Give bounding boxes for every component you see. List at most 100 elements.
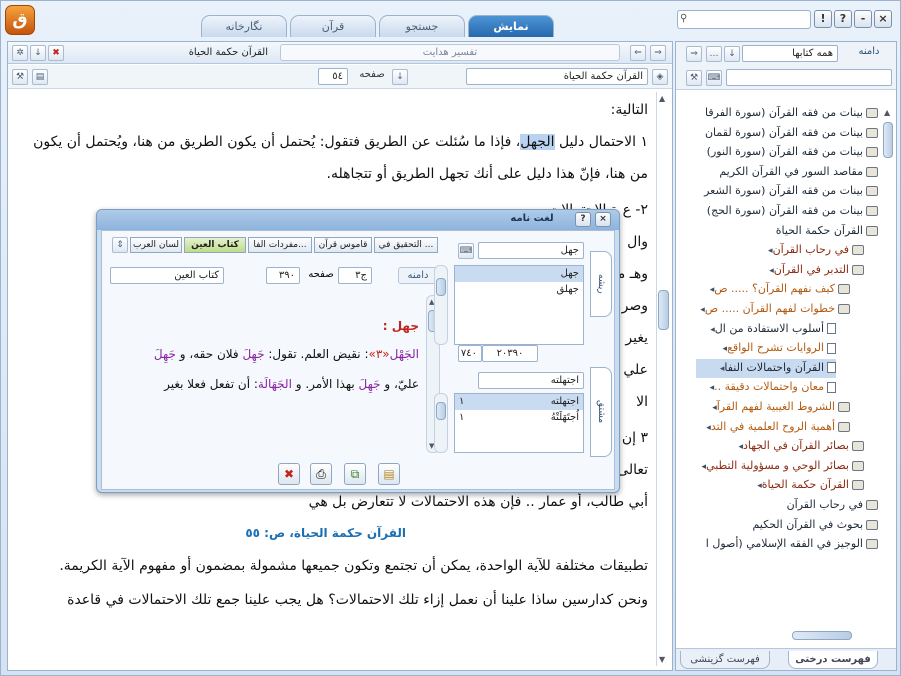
tree-item[interactable]: القرآن حكمة الحياة◂ bbox=[696, 476, 864, 495]
scroll-tabs-icon[interactable]: ⇕ bbox=[112, 237, 128, 253]
tree-item[interactable]: التدبر في القرآن◂ bbox=[696, 261, 864, 280]
toc-horizontal-scrollbar[interactable] bbox=[680, 630, 880, 642]
down-arrow-icon[interactable]: ↓ bbox=[30, 45, 46, 61]
scroll-up-icon[interactable]: ▲ bbox=[884, 108, 890, 117]
tree-item[interactable]: أسلوب الاستفادة من ال◂ bbox=[696, 320, 836, 339]
toc-search-input[interactable] bbox=[726, 69, 892, 86]
tree-item[interactable]: مقاصد السور في القرآن الكريم bbox=[696, 163, 878, 182]
scroll-up-icon[interactable]: ▲ bbox=[659, 94, 665, 103]
dict-tab-mufradat[interactable]: مفردات الفا... bbox=[248, 237, 312, 253]
close-window-button[interactable]: × bbox=[874, 10, 892, 28]
chevron-down-icon[interactable]: ↓ bbox=[724, 46, 740, 62]
tab-search[interactable]: جستجو bbox=[379, 15, 465, 37]
dict-book-field[interactable]: كتاب العين bbox=[110, 267, 224, 284]
secondary-book-tab[interactable]: تفسير هدايت bbox=[280, 44, 620, 61]
tab-quran[interactable]: قرآن bbox=[290, 15, 376, 37]
dialog-help-button[interactable]: ? bbox=[575, 212, 591, 227]
dialog-close-button[interactable]: × bbox=[595, 212, 611, 227]
book-icon bbox=[866, 519, 878, 530]
dict-tab-tahqiq[interactable]: التحقيق في ... bbox=[374, 237, 438, 253]
tree-item[interactable]: بحوث في القرآن الحكيم bbox=[696, 516, 878, 535]
help-button[interactable]: ? bbox=[834, 10, 852, 28]
open-book-icon bbox=[838, 304, 850, 314]
tab-derived[interactable]: مشتق bbox=[590, 367, 612, 457]
tab-tree-index[interactable]: فهرست درختی bbox=[788, 651, 878, 669]
root-search-input[interactable]: جهل bbox=[478, 242, 584, 259]
tree-item[interactable]: في رحاب القرآن bbox=[696, 496, 878, 515]
copy-icon[interactable]: ⧉ bbox=[344, 463, 366, 485]
dict-tab-lisan[interactable]: لسان العرب bbox=[130, 237, 182, 253]
more-icon[interactable]: … bbox=[706, 46, 722, 62]
tab-view[interactable]: نمایش bbox=[468, 15, 554, 37]
tree-item[interactable]: كيف نفهم القرآن؟ ..... ص◂ bbox=[696, 280, 850, 299]
root-list-scrollbar[interactable] bbox=[434, 265, 448, 345]
tree-item[interactable]: بينات من فقه القرآن (سورة النور) bbox=[696, 143, 878, 162]
tree-item[interactable]: بينات من فقه القرآن (سورة الشعر bbox=[696, 182, 878, 201]
range-to: ١٧٤٠ bbox=[458, 345, 482, 362]
keyboard-icon[interactable]: ⌨ bbox=[706, 70, 722, 86]
tree-item[interactable]: في رحاب القرآن◂ bbox=[696, 241, 864, 260]
tools-icon[interactable]: ⚒ bbox=[12, 69, 28, 85]
close-tab-icon[interactable]: ✖ bbox=[48, 45, 64, 61]
text-scrollbar[interactable]: ▲ ▼ bbox=[656, 92, 670, 666]
tag-icon[interactable]: ◈ bbox=[652, 69, 668, 85]
tree-item[interactable]: الروايات تشرح الواقع◂ bbox=[696, 339, 836, 358]
print-icon[interactable]: ⎙ bbox=[310, 463, 332, 485]
scroll-thumb[interactable] bbox=[658, 290, 669, 330]
tree-item[interactable]: بينات من فقه القرآن (سورة الفرقا bbox=[696, 104, 878, 123]
word-item[interactable]: اُجتَهَلَتْهُ ١ bbox=[455, 410, 583, 426]
tree-item[interactable]: القرآن واحتمالات النفا◂ bbox=[696, 358, 836, 378]
book-tab-title[interactable]: القرآن حكمة الحياة bbox=[68, 45, 268, 61]
book-select[interactable]: القرآن حكمة الحياة bbox=[466, 68, 648, 85]
minimize-button[interactable]: - bbox=[854, 10, 872, 28]
word-search-input[interactable]: اجتهلته bbox=[478, 372, 584, 389]
root-item[interactable]: جهلق bbox=[455, 282, 583, 298]
dict-tab-ain[interactable]: كتاب العين bbox=[184, 237, 246, 253]
dict-page-input[interactable]: ٣٩٠ bbox=[266, 267, 300, 284]
h-scroll-thumb[interactable] bbox=[792, 631, 852, 640]
tree-item[interactable]: بينات من فقه القرآن (سورة لقمان bbox=[696, 124, 878, 143]
info-button[interactable]: ! bbox=[814, 10, 832, 28]
tree-item[interactable]: خطوات لفهم القرآن ..... ص◂ bbox=[696, 300, 850, 319]
scroll-thumb[interactable] bbox=[436, 278, 446, 296]
tab-filtered-index[interactable]: فهرست گزینشی bbox=[680, 651, 770, 669]
tab-gallery[interactable]: نگارخانه bbox=[201, 15, 287, 37]
scroll-thumb[interactable] bbox=[883, 122, 893, 158]
save-icon[interactable]: ▤ bbox=[378, 463, 400, 485]
scroll-down-icon[interactable]: ▼ bbox=[659, 655, 665, 664]
global-search-input[interactable]: ⚲ bbox=[677, 10, 811, 29]
root-item[interactable]: جهل bbox=[455, 266, 583, 282]
dict-tab-qamus[interactable]: قاموس قرآن bbox=[314, 237, 372, 253]
toc-bottom-tabs: فهرست گزینشی فهرست درختی bbox=[676, 648, 896, 670]
tree-item[interactable]: أهمية الروح العلمية في التد◂ bbox=[696, 418, 850, 437]
scope-select[interactable]: همه کتابها bbox=[742, 45, 838, 62]
tree-item[interactable]: بينات من فقه القرآن (سورة الحج) bbox=[696, 202, 878, 221]
settings-icon[interactable]: ✲ bbox=[12, 45, 28, 61]
layout-icon[interactable]: ▤ bbox=[32, 69, 48, 85]
table-of-contents-pane: دامنه همه کتابها ↓ … ⇒ ⌨ ⚒ بينات من فقه … bbox=[675, 41, 897, 671]
dict-volume-input[interactable]: ج٣ bbox=[338, 267, 372, 284]
page-number-input[interactable]: ٥٤ bbox=[318, 68, 348, 85]
tree-item[interactable]: الشروط الغيبية لفهم القرآ◂ bbox=[696, 398, 850, 417]
toc-scrollbar[interactable]: ▲ bbox=[882, 102, 895, 632]
dict-scope-label[interactable]: دامنه bbox=[398, 267, 438, 284]
back-arrow-icon[interactable]: ⇐ bbox=[630, 45, 646, 61]
tree-item[interactable]: القرآن حكمة الحياة bbox=[696, 222, 878, 241]
word-item[interactable]: اجتهلته ١ bbox=[455, 394, 583, 410]
forward-arrow-icon[interactable]: ⇒ bbox=[650, 45, 666, 61]
word-list-scrollbar[interactable] bbox=[434, 393, 448, 453]
dialog-title-bar[interactable]: لغت نامه ? × bbox=[97, 210, 619, 230]
book-icon bbox=[852, 441, 864, 452]
tree-item[interactable]: بصائر القرآن في الجهاد◂ bbox=[696, 437, 864, 456]
tab-root[interactable]: ریشه bbox=[590, 251, 612, 317]
tree-item[interactable]: الوجيز في الفقه الإسلامي (أصول ا bbox=[696, 535, 878, 554]
page-down-icon[interactable]: ↓ bbox=[392, 69, 408, 85]
keyboard-icon[interactable]: ⌨ bbox=[458, 243, 474, 259]
tree-item[interactable]: معان واحتمالات دقيقة ..◂ bbox=[696, 378, 836, 397]
arrow-icon[interactable]: ⇒ bbox=[686, 46, 702, 62]
tree-item[interactable]: بصائر الوحي و مسؤولية التطبي◂ bbox=[696, 457, 864, 476]
definition-line: الجَهْل«٣»: نقيض العلم. تقول: جَهِلَ فلا… bbox=[153, 347, 419, 361]
tools-icon[interactable]: ⚒ bbox=[686, 70, 702, 86]
scroll-thumb[interactable] bbox=[436, 402, 446, 420]
dialog-cancel-button[interactable]: ✖ bbox=[278, 463, 300, 485]
